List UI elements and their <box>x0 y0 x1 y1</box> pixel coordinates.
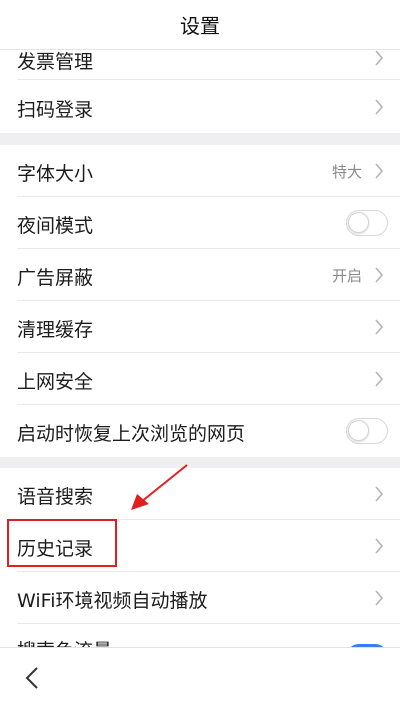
row-label: 语音搜索 <box>17 486 94 508</box>
night-mode-toggle[interactable] <box>346 210 388 236</box>
settings-row-font-size[interactable]: 字体大小 特大 <box>0 145 400 197</box>
row-label: 搜索色流量 <box>17 636 112 647</box>
chevron-right-icon <box>375 163 384 179</box>
row-label: 夜间模式 <box>17 215 94 237</box>
row-label: 启动时恢复上次浏览的网页 <box>17 423 246 445</box>
chevron-right-icon <box>375 590 384 606</box>
row-label: 发票管理 <box>17 51 94 73</box>
settings-row-search-traffic[interactable]: 搜索色流量 <box>0 624 400 647</box>
section-gap <box>0 133 400 145</box>
bottom-toolbar <box>0 647 400 704</box>
chevron-right-icon <box>375 50 384 66</box>
row-label: 扫码登录 <box>17 99 94 121</box>
settings-row-wifi-autoplay[interactable]: WiFi环境视频自动播放 <box>0 572 400 624</box>
toggle-knob <box>348 212 369 233</box>
back-arrow-icon[interactable] <box>24 666 40 690</box>
settings-row-scan-login[interactable]: 扫码登录 <box>0 80 400 133</box>
settings-row-restore-last-session[interactable]: 启动时恢复上次浏览的网页 <box>0 405 400 457</box>
chevron-right-icon <box>375 538 384 554</box>
row-label: 字体大小 <box>17 163 94 185</box>
settings-row-browsing-security[interactable]: 上网安全 <box>0 353 400 405</box>
chevron-right-icon <box>375 486 384 502</box>
settings-list[interactable]: 发票管理 扫码登录 字体大小 特大 夜间模式 广告屏蔽 开启 清理缓存 上网安全… <box>0 50 400 647</box>
highlight-box <box>7 519 117 567</box>
section-gap <box>0 457 400 468</box>
settings-row-clear-cache[interactable]: 清理缓存 <box>0 301 400 353</box>
row-label: 清理缓存 <box>17 319 94 341</box>
page-title: 设置 <box>180 14 220 38</box>
header-bar: 设置 <box>0 0 400 50</box>
toggle-knob <box>348 420 369 441</box>
row-label: WiFi环境视频自动播放 <box>17 590 208 612</box>
row-label: 广告屏蔽 <box>17 267 94 289</box>
chevron-right-icon <box>375 371 384 387</box>
annotation-arrow-icon <box>131 464 188 510</box>
row-value: 特大 <box>331 163 362 181</box>
settings-row-ad-block[interactable]: 广告屏蔽 开启 <box>0 249 400 301</box>
chevron-right-icon <box>375 267 384 283</box>
restore-session-toggle[interactable] <box>346 418 388 444</box>
row-value: 开启 <box>331 267 362 285</box>
settings-row-night-mode[interactable]: 夜间模式 <box>0 197 400 249</box>
chevron-right-icon <box>375 319 384 335</box>
settings-row-invoice-management[interactable]: 发票管理 <box>0 50 400 80</box>
chevron-right-icon <box>375 99 384 115</box>
row-label: 上网安全 <box>17 371 94 393</box>
settings-row-voice-search[interactable]: 语音搜索 <box>0 468 400 520</box>
